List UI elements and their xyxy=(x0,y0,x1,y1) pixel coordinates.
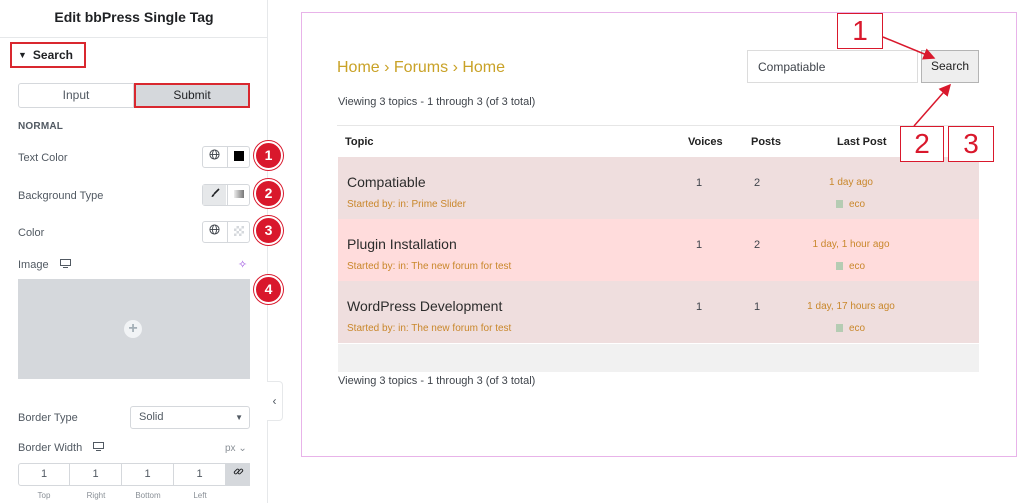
badge-3: 3 xyxy=(254,216,283,245)
voices-count: 1 xyxy=(695,239,703,251)
author-link[interactable]: eco xyxy=(836,261,865,272)
last-post-link[interactable]: 1 day, 17 hours ago xyxy=(771,301,931,312)
dimension-left-label: Left xyxy=(193,491,207,500)
globe-icon[interactable] xyxy=(203,147,226,167)
author-name: eco xyxy=(849,261,866,272)
avatar xyxy=(836,200,843,208)
author-name: eco xyxy=(849,323,866,334)
author-link[interactable]: eco xyxy=(836,323,865,334)
table-row: WordPress Development Started by: in: Th… xyxy=(338,281,979,343)
desktop-icon xyxy=(59,259,71,271)
column-header-posts: Posts xyxy=(751,136,781,148)
dimension-left-input[interactable]: 1 xyxy=(174,463,226,486)
search-button[interactable]: Search xyxy=(921,50,979,83)
plus-icon[interactable]: + xyxy=(124,320,142,338)
posts-count: 1 xyxy=(753,301,761,313)
dimension-right-input[interactable]: 1 xyxy=(70,463,122,486)
breadcrumb[interactable]: Home › Forums › Home xyxy=(337,59,505,77)
image-label: Image xyxy=(18,259,71,271)
last-post-link[interactable]: 1 day, 1 hour ago xyxy=(771,239,931,250)
color-control xyxy=(202,221,250,243)
table-divider xyxy=(337,125,980,126)
background-type-control xyxy=(202,184,250,206)
last-post-link[interactable]: 1 day ago xyxy=(771,177,931,188)
color-swatch-black[interactable] xyxy=(227,147,250,167)
brush-icon[interactable] xyxy=(203,185,226,205)
tab-input[interactable]: Input xyxy=(18,83,134,108)
unit-value: px xyxy=(225,443,236,454)
column-header-last-post: Last Post xyxy=(837,136,887,148)
table-row: Plugin Installation Started by: in: The … xyxy=(338,219,979,281)
badge-1: 1 xyxy=(254,141,283,170)
dimension-bottom-input[interactable]: 1 xyxy=(122,463,174,486)
border-type-select[interactable]: Solid ▼ xyxy=(130,406,250,429)
border-width-label: Border Width xyxy=(18,442,105,454)
border-type-value: Solid xyxy=(139,411,164,423)
topic-title-link[interactable]: WordPress Development xyxy=(347,298,502,314)
text-color-label: Text Color xyxy=(18,152,68,164)
topic-meta[interactable]: Started by: in: The new forum for test xyxy=(347,261,511,272)
image-chooser[interactable]: + xyxy=(18,279,250,379)
dimension-right-label: Right xyxy=(86,491,106,500)
globe-icon[interactable] xyxy=(203,222,226,242)
table-footer-row xyxy=(338,344,979,372)
gradient-icon[interactable] xyxy=(227,185,250,205)
color-label: Color xyxy=(18,227,45,239)
image-label-text: Image xyxy=(18,259,49,271)
posts-count: 2 xyxy=(753,177,761,189)
dimension-bottom-label: Bottom xyxy=(135,491,161,500)
state-label-normal: NORMAL xyxy=(18,121,64,132)
author-link[interactable]: eco xyxy=(836,199,865,210)
chevron-down-icon: ▼ xyxy=(235,413,243,422)
section-label: Search xyxy=(32,48,73,62)
desktop-icon xyxy=(93,442,105,454)
tab-submit[interactable]: Submit xyxy=(134,83,250,108)
pagination-count-bottom: Viewing 3 topics - 1 through 3 (of 3 tot… xyxy=(338,375,536,387)
collapse-panel-button[interactable]: ‹ xyxy=(267,381,283,421)
ai-sparkle-icon[interactable]: ✧ xyxy=(238,258,247,271)
color-swatch-transparent[interactable] xyxy=(227,222,250,242)
topic-meta[interactable]: Started by: in: The new forum for test xyxy=(347,323,511,334)
avatar xyxy=(836,324,843,332)
annotation-box-2: 2 xyxy=(900,126,944,162)
chevron-left-icon: ‹ xyxy=(272,394,277,408)
panel-title: Edit bbPress Single Tag xyxy=(0,0,268,38)
dimension-top-input[interactable]: 1 xyxy=(18,463,70,486)
border-width-label-text: Border Width xyxy=(18,442,83,454)
table-row: Compatiable Started by: in: Prime Slider… xyxy=(338,157,979,219)
topic-title-link[interactable]: Plugin Installation xyxy=(347,236,457,252)
section-toggle-search[interactable]: ▼ Search xyxy=(10,42,86,68)
column-header-voices: Voices xyxy=(688,136,723,148)
annotation-box-1: 1 xyxy=(837,13,883,49)
annotation-box-3: 3 xyxy=(948,126,994,162)
author-name: eco xyxy=(849,199,866,210)
editor-panel: Edit bbPress Single Tag ▼ Search Input Su… xyxy=(0,0,283,503)
topic-meta[interactable]: Started by: in: Prime Slider xyxy=(347,199,466,210)
column-header-topic: Topic xyxy=(345,136,374,148)
border-type-label: Border Type xyxy=(18,412,78,424)
search-input[interactable] xyxy=(747,50,918,83)
voices-count: 1 xyxy=(695,177,703,189)
pagination-count-top: Viewing 3 topics - 1 through 3 (of 3 tot… xyxy=(338,96,536,108)
link-values-icon[interactable] xyxy=(226,463,250,486)
topic-title-link[interactable]: Compatiable xyxy=(347,174,426,190)
posts-count: 2 xyxy=(753,239,761,251)
badge-4: 4 xyxy=(254,275,283,304)
caret-down-icon: ▼ xyxy=(18,50,27,60)
badge-2: 2 xyxy=(254,179,283,208)
dimension-top-label: Top xyxy=(37,491,51,500)
unit-select[interactable]: px ⌄ xyxy=(225,443,247,454)
voices-count: 1 xyxy=(695,301,703,313)
background-type-label: Background Type xyxy=(18,190,104,202)
avatar xyxy=(836,262,843,270)
text-color-control xyxy=(202,146,250,168)
